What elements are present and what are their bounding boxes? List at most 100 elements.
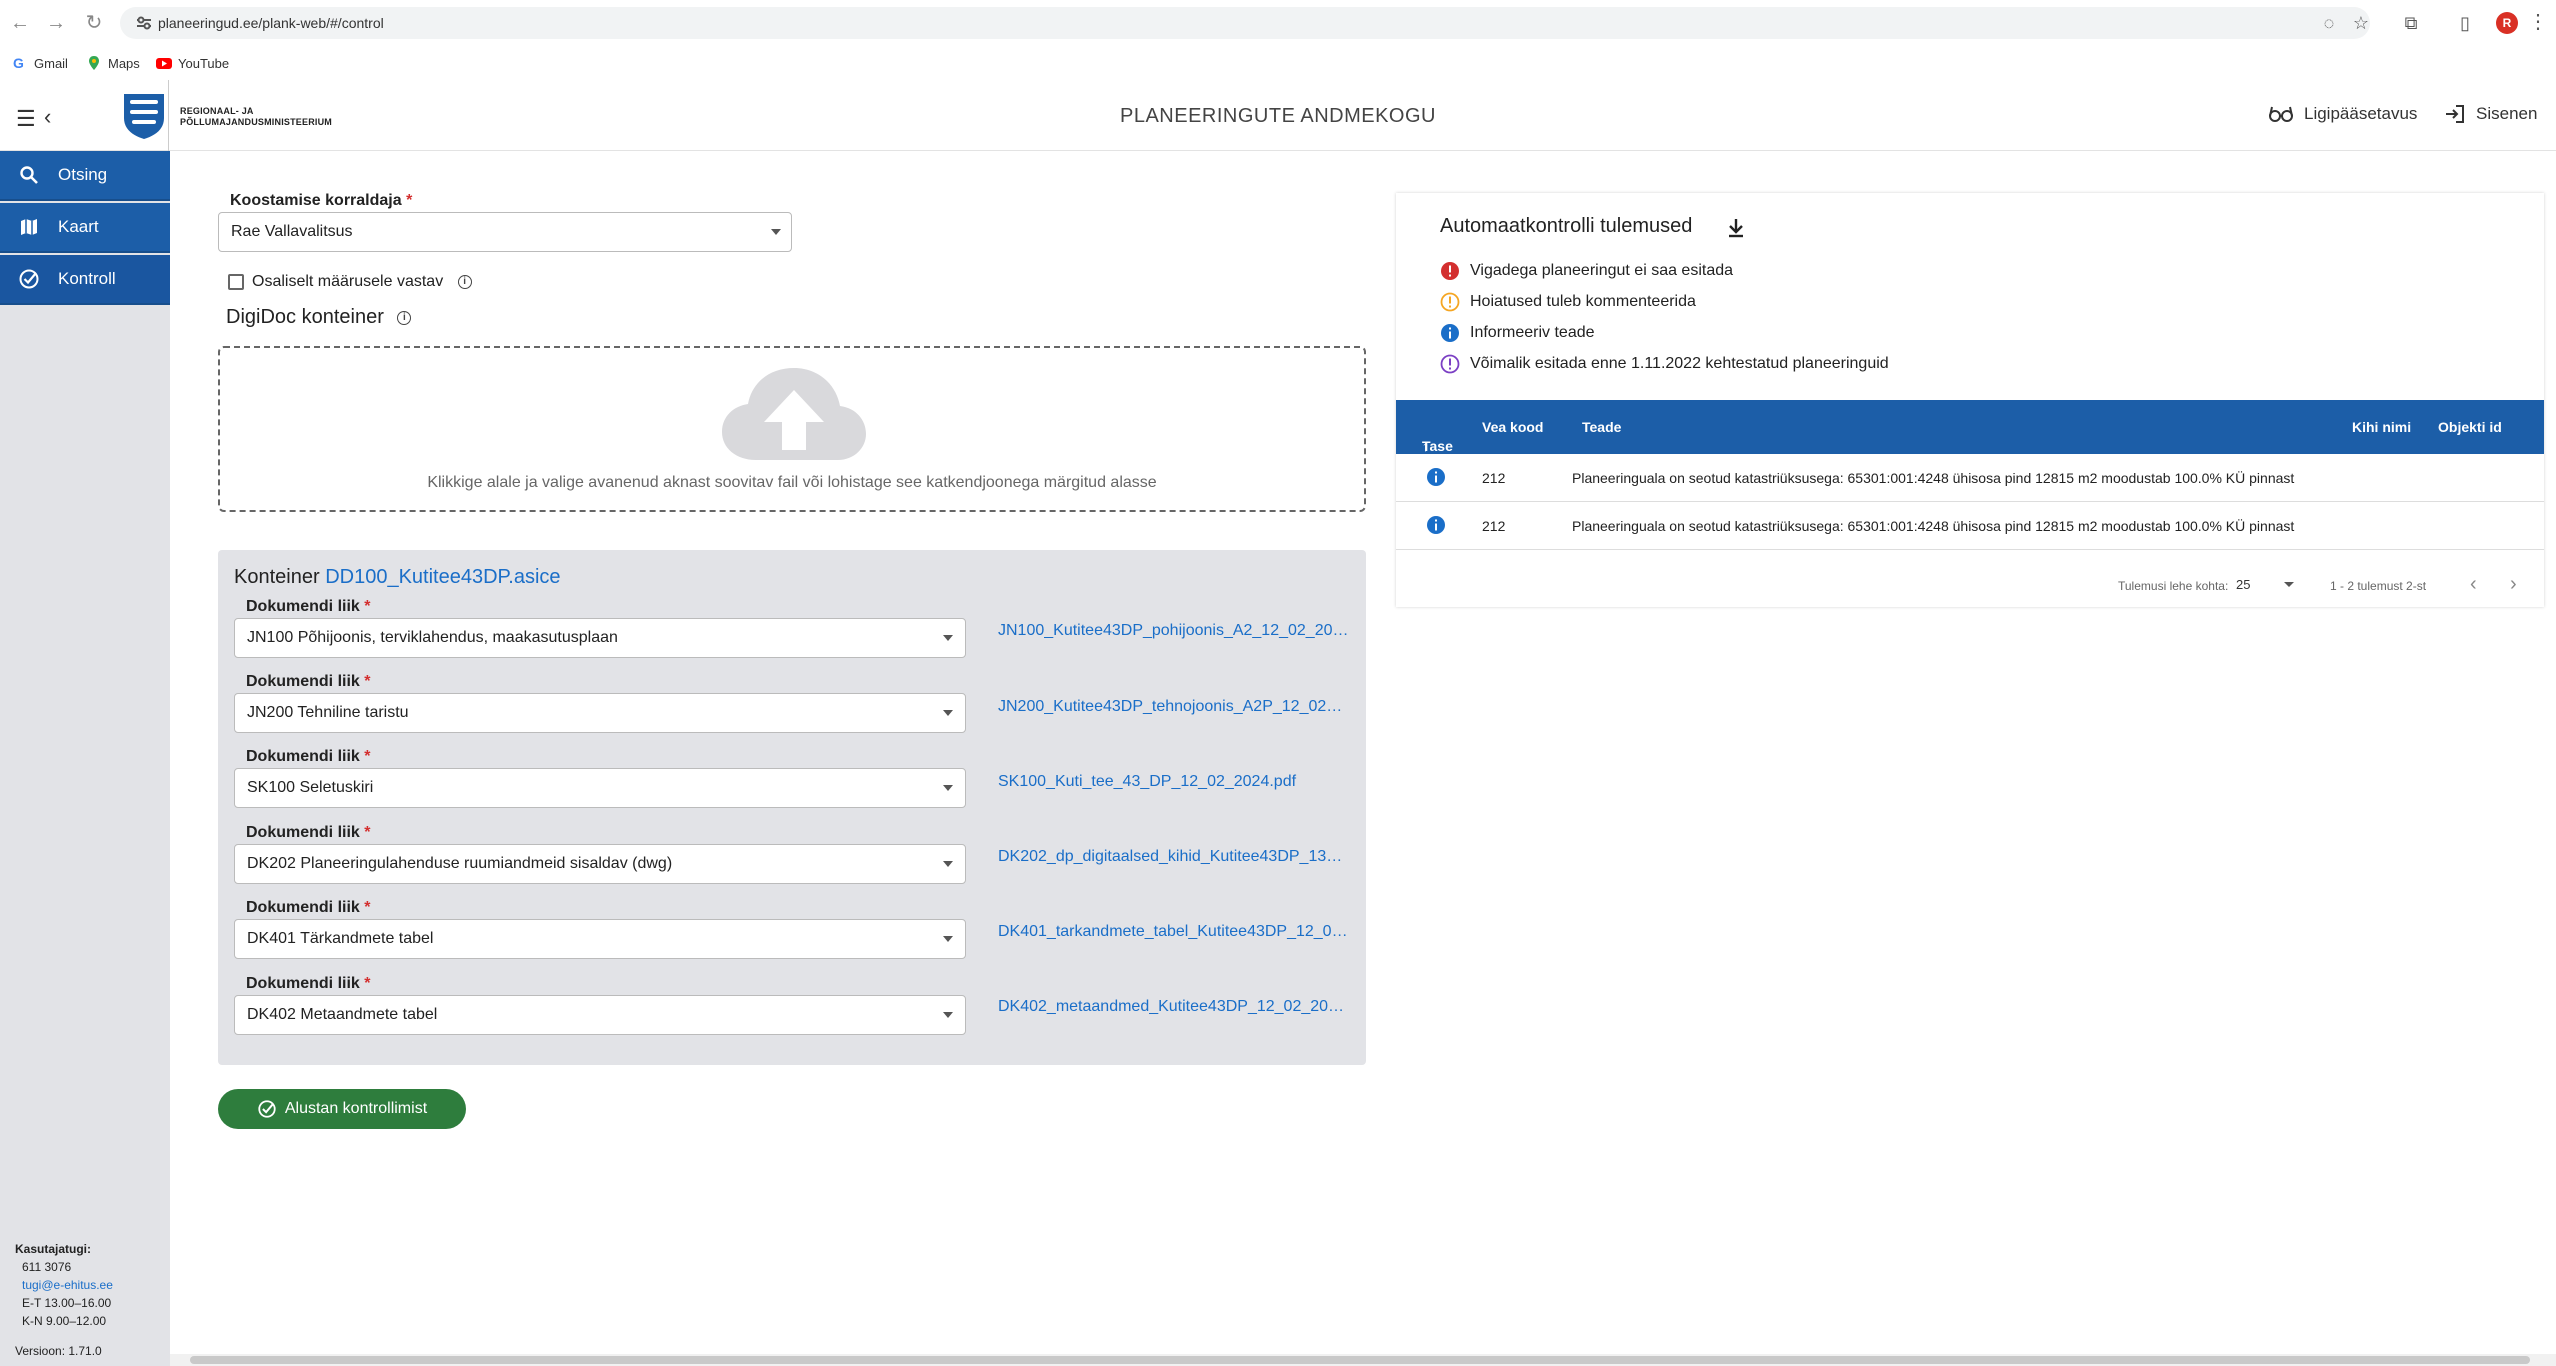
doc-type-select[interactable]: JN100 Põhijoonis, terviklahendus, maakas…	[234, 618, 966, 658]
doc-type-label: Dokumendi liik *	[246, 598, 370, 616]
doc-file-link[interactable]: DK402_metaandmed_Kutitee43DP_12_02_2024.…	[998, 998, 1350, 1016]
required-mark: *	[364, 975, 371, 992]
per-page-select[interactable]: 25	[2236, 577, 2294, 592]
login-icon	[2446, 105, 2464, 123]
sidebar-item-kontroll[interactable]: Kontroll	[0, 255, 170, 305]
required-mark: *	[364, 824, 371, 841]
results-title: Automaatkontrolli tulemused	[1440, 215, 1693, 237]
eye-off-icon[interactable]: ◌	[2316, 10, 2342, 36]
organizer-label: Koostamise korraldaja *	[230, 192, 412, 210]
doc-type-value: DK402 Metaandmete tabel	[247, 1006, 438, 1023]
caret-down-icon	[943, 861, 953, 867]
col-code[interactable]: Vea kood	[1482, 419, 1543, 435]
page-title: PLANEERINGUTE ANDMEKOGU	[1119, 105, 1436, 127]
bookmark-label: YouTube	[178, 55, 230, 71]
organizer-value: Rae Vallavalitsus	[231, 223, 353, 240]
bookmark-label: Maps	[108, 55, 140, 71]
row-message: Planeeringuala on seotud katastriüksuseg…	[1572, 518, 2295, 534]
caret-down-icon	[943, 710, 953, 716]
doc-file-link[interactable]: DK401_tarkandmete_tabel_Kutitee43DP_12_0…	[998, 923, 1350, 941]
col-message[interactable]: Teade	[1582, 419, 1621, 435]
sidebar-item-kaart[interactable]: Kaart	[0, 203, 170, 253]
info-icon[interactable]: i	[457, 274, 472, 289]
doc-file-link[interactable]: JN100_Kutitee43DP_pohijoonis_A2_12_02_20…	[998, 622, 1350, 640]
reload-icon[interactable]: ↻	[82, 11, 106, 35]
organizer-label-text: Koostamise korraldaja	[230, 192, 402, 209]
check-circle-icon	[19, 269, 39, 289]
per-page-label: Tulemusi lehe kohta:	[2118, 579, 2229, 593]
doc-type-label-text: Dokumendi liik	[246, 975, 360, 992]
sidebar-item-label: Otsing	[58, 165, 108, 184]
bookmark-youtube[interactable]: YouTube	[156, 52, 229, 74]
download-icon[interactable]	[1726, 217, 1746, 239]
extensions-icon[interactable]: ⧉	[2398, 10, 2424, 36]
doc-file-link[interactable]: SK100_Kuti_tee_43_DP_12_02_2024.pdf	[998, 773, 1350, 791]
doc-type-label-text: Dokumendi liik	[246, 748, 360, 765]
legend-info-text: Informeeriv teade	[1470, 324, 1595, 341]
doc-type-select[interactable]: DK202 Planeeringulahenduse ruumiandmeid …	[234, 844, 966, 884]
scrollbar-thumb[interactable]	[190, 1356, 2530, 1364]
google-icon: G	[13, 55, 24, 71]
file-dropzone[interactable]: Klikkige alale ja valige avanenud aknast…	[218, 346, 1366, 512]
partial-compliance-checkbox[interactable]	[228, 274, 244, 290]
prev-page-icon[interactable]: ‹	[2470, 573, 2477, 596]
support-hours-weekend: K-N 9.00–12.00	[22, 1314, 107, 1328]
cloud-upload-icon	[722, 368, 866, 460]
login-button[interactable]: Sisenen	[2444, 104, 2537, 124]
doc-type-select[interactable]: DK402 Metaandmete tabel	[234, 995, 966, 1035]
forward-arrow-icon[interactable]: →	[44, 11, 68, 35]
info-icon[interactable]: i	[397, 310, 412, 325]
support-info: Kasutajatugi: 611 3076 tugi@e-ehitus.ee …	[15, 1240, 113, 1360]
doc-type-select[interactable]: JN200 Tehniline taristu	[234, 693, 966, 733]
sidebar-item-otsing[interactable]: Otsing	[0, 151, 170, 201]
doc-type-label: Dokumendi liik *	[246, 748, 370, 766]
table-row: 212 Planeeringuala on seotud katastriüks…	[1396, 502, 2544, 550]
doc-type-label-text: Dokumendi liik	[246, 899, 360, 916]
accessibility-label: Ligipääsetavus	[2304, 104, 2418, 123]
search-icon	[20, 166, 38, 184]
address-bar[interactable]: planeeringud.ee/plank-web/#/control	[120, 7, 2370, 39]
notice-icon	[1440, 354, 1460, 374]
doc-file-link[interactable]: JN200_Kutitee43DP_tehnojoonis_A2P_12_02_…	[998, 698, 1350, 716]
col-object[interactable]: Objekti id	[2438, 419, 2502, 435]
bookmark-gmail[interactable]: G Gmail	[12, 52, 68, 74]
legend-warning: Hoiatused tuleb kommenteerida	[1440, 292, 1696, 312]
browser-menu-icon[interactable]: ⋮	[2528, 10, 2548, 34]
container-panel: Konteiner DD100_Kutitee43DP.asice Dokume…	[218, 550, 1366, 1065]
organizer-select[interactable]: Rae Vallavalitsus	[218, 212, 792, 252]
back-arrow-icon[interactable]: ←	[8, 11, 32, 35]
legend-error: Vigadega planeeringut ei saa esitada	[1440, 261, 1733, 281]
container-file-link[interactable]: DD100_Kutitee43DP.asice	[325, 566, 560, 588]
side-panel-icon[interactable]: ▯	[2452, 10, 2478, 36]
accessibility-button[interactable]: Ligipääsetavus	[2268, 104, 2417, 124]
check-circle-icon	[258, 1100, 276, 1118]
caret-down-icon	[943, 635, 953, 641]
maps-pin-icon	[89, 56, 99, 70]
site-settings-icon[interactable]	[134, 13, 154, 33]
doc-file-link[interactable]: DK202_dp_digitaalsed_kihid_Kutitee43DP_1…	[998, 848, 1350, 866]
start-check-button[interactable]: Alustan kontrollimist	[218, 1089, 466, 1129]
app-version: Versioon: 1.71.0	[15, 1344, 102, 1358]
required-mark: *	[364, 899, 371, 916]
bookmark-star-icon[interactable]: ☆	[2348, 10, 2374, 36]
container-title: Konteiner DD100_Kutitee43DP.asice	[234, 566, 561, 589]
required-mark: *	[364, 748, 371, 765]
results-panel: Automaatkontrolli tulemused Vigadega pla…	[1396, 193, 2544, 607]
doc-type-label: Dokumendi liik *	[246, 899, 370, 917]
next-page-icon[interactable]: ›	[2510, 573, 2517, 596]
youtube-icon	[156, 58, 172, 69]
col-layer[interactable]: Kihi nimi	[2352, 419, 2411, 435]
doc-type-select[interactable]: SK100 Seletuskiri	[234, 768, 966, 808]
bookmark-label: Gmail	[34, 55, 68, 71]
doc-type-select[interactable]: DK401 Tärkandmete tabel	[234, 919, 966, 959]
support-email-link[interactable]: tugi@e-ehitus.ee	[16, 1276, 113, 1294]
profile-avatar[interactable]: R	[2496, 12, 2518, 34]
doc-type-label-text: Dokumendi liik	[246, 824, 360, 841]
doc-type-label: Dokumendi liik *	[246, 975, 370, 993]
info-icon	[1441, 324, 1459, 342]
results-table-header: Tase ↑ Vea kood Teade Kihi nimi Objekti …	[1396, 400, 2544, 454]
doc-type-label-text: Dokumendi liik	[246, 598, 360, 615]
legend-warning-text: Hoiatused tuleb kommenteerida	[1470, 293, 1696, 310]
bookmark-maps[interactable]: Maps	[86, 52, 140, 74]
doc-type-label-text: Dokumendi liik	[246, 673, 360, 690]
